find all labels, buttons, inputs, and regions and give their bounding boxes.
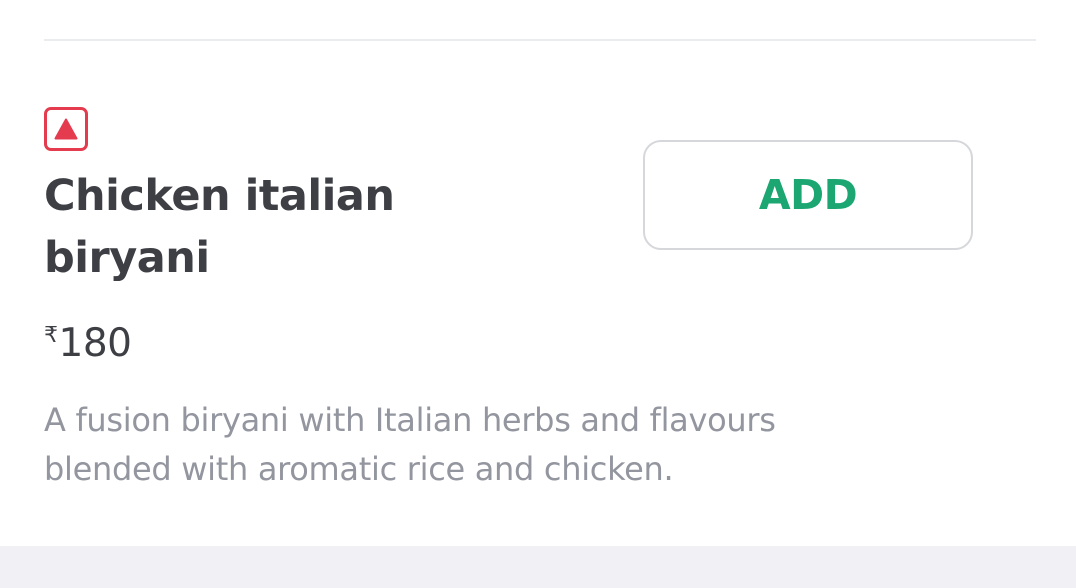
triangle-icon [54,118,78,140]
item-name: Chicken italian biryani [44,171,395,283]
non-veg-indicator-icon [44,107,88,151]
top-divider [44,39,1036,41]
footer-band [0,546,1076,588]
item-description: A fusion biryani with Italian herbs and … [44,401,776,488]
add-button[interactable]: ADD [643,140,973,250]
price-currency: ₹ [44,323,58,348]
price-value: 180 [58,321,132,366]
item-price: ₹180 [44,310,132,370]
